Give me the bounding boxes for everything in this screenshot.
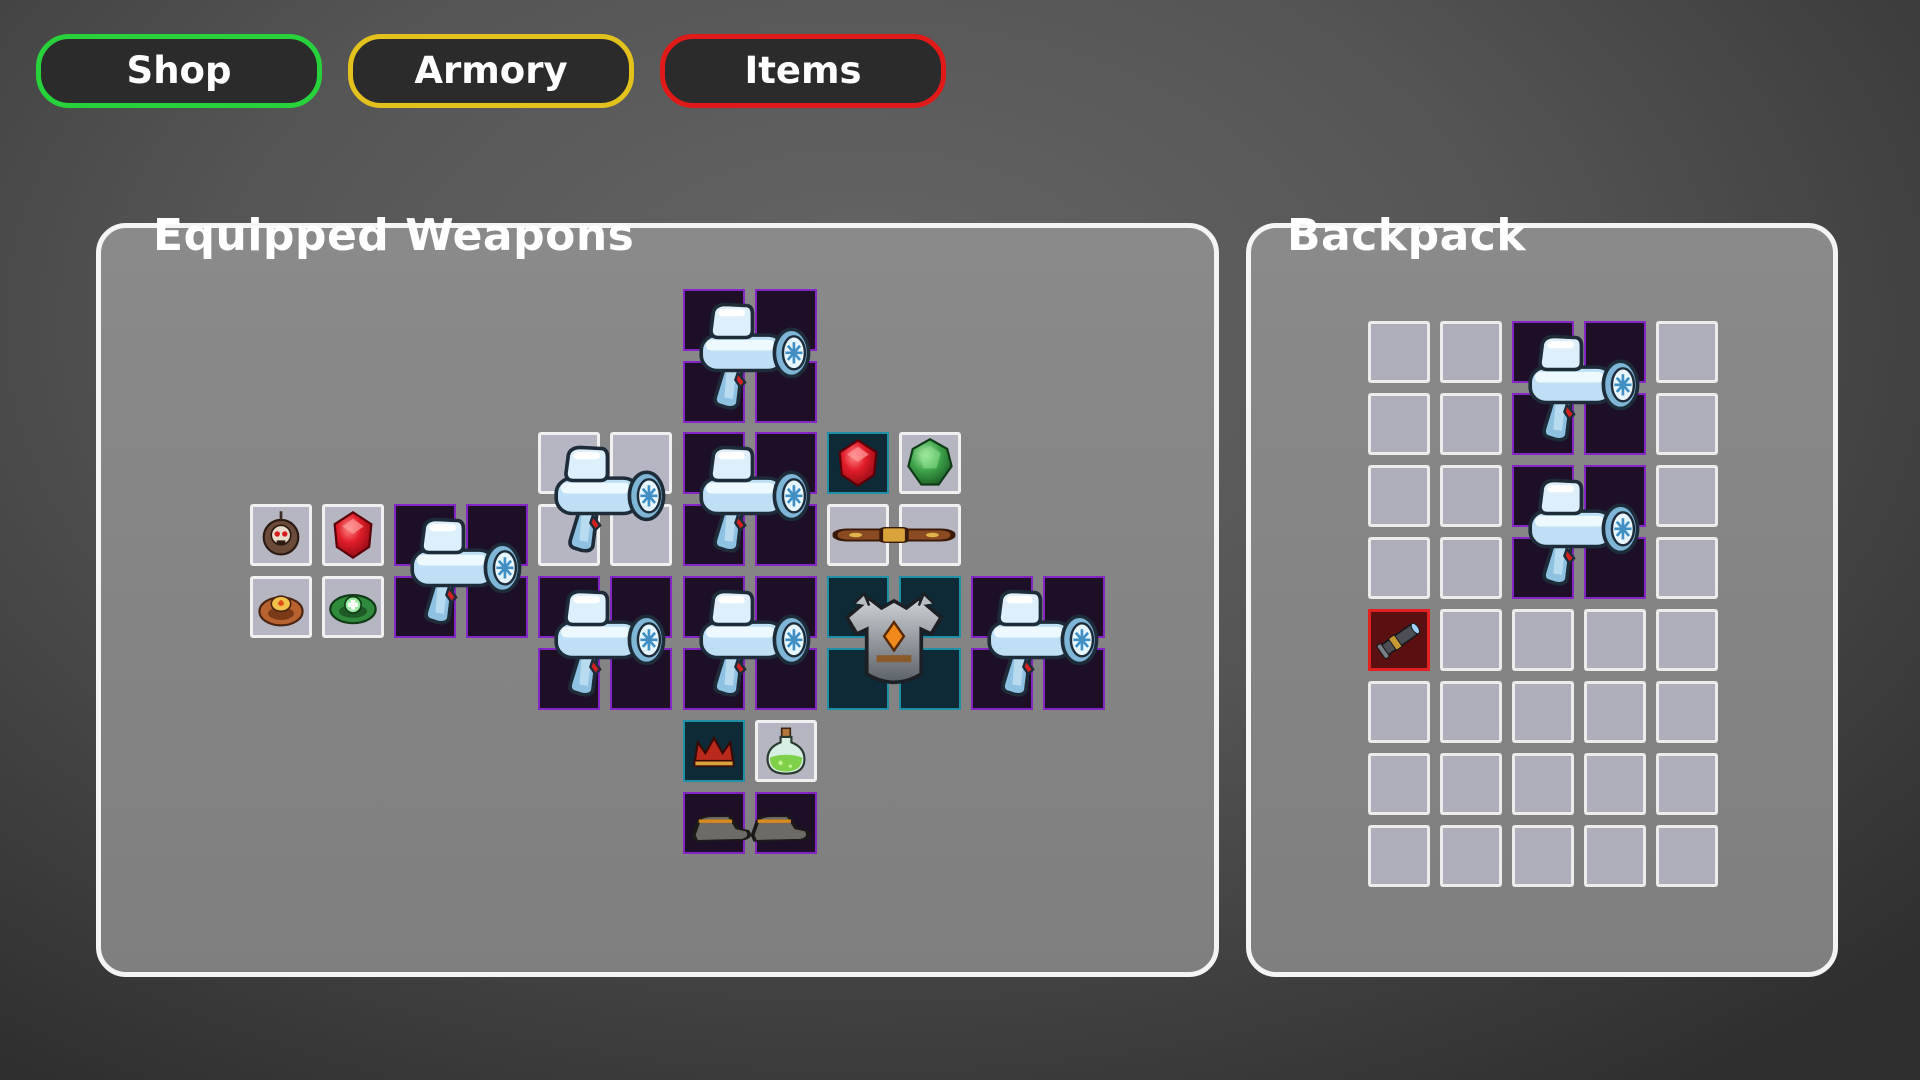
backpack-slot-empty[interactable] [1440, 537, 1502, 599]
backpack-slot-empty[interactable] [1656, 537, 1718, 599]
emerald-gem-slot[interactable] [899, 432, 961, 494]
backpack-slot-empty[interactable] [1368, 393, 1430, 455]
backpack-slot-empty[interactable] [1512, 825, 1574, 887]
backpack-slot-empty[interactable] [1512, 609, 1574, 671]
backpack-slot-empty[interactable] [1368, 537, 1430, 599]
leather-belt-slot-right[interactable] [899, 504, 961, 566]
equipped-weapons-title: Equipped Weapons [153, 210, 635, 261]
backpack-slot-empty[interactable] [1656, 465, 1718, 527]
backpack-slot-empty[interactable] [1584, 681, 1646, 743]
potion-slot[interactable] [755, 720, 817, 782]
ruby-gem-slot[interactable] [827, 432, 889, 494]
plate-armor-cell-bottom-right[interactable] [899, 648, 961, 710]
skull-amulet-slot[interactable] [250, 504, 312, 566]
backpack-slot-empty[interactable] [1368, 681, 1430, 743]
freeze-ray-gun[interactable] [538, 576, 672, 710]
boots-slot-left[interactable] [683, 792, 745, 854]
backpack-slot-empty[interactable] [1512, 753, 1574, 815]
plate-armor-cell-top-left[interactable] [827, 576, 889, 638]
backpack-slot-empty[interactable] [1512, 681, 1574, 743]
backpack-slot-empty[interactable] [1440, 465, 1502, 527]
freeze-ray-gun[interactable] [683, 432, 817, 566]
freeze-ray-gun[interactable] [394, 504, 528, 638]
freeze-ray-gun[interactable] [971, 576, 1105, 710]
backpack-slot-empty[interactable] [1440, 393, 1502, 455]
leather-belt-slot-left[interactable] [827, 504, 889, 566]
backpack-slot-empty[interactable] [1440, 753, 1502, 815]
tab-shop[interactable]: Shop [36, 34, 322, 108]
backpack-slot-empty[interactable] [1368, 753, 1430, 815]
backpack-slot-empty[interactable] [1440, 825, 1502, 887]
boots-slot-right[interactable] [755, 792, 817, 854]
backpack-slot-empty[interactable] [1584, 609, 1646, 671]
heal-ring-slot[interactable] [322, 576, 384, 638]
backpack-slot-empty[interactable] [1656, 609, 1718, 671]
backpack-slot-empty[interactable] [1656, 393, 1718, 455]
freeze-ray-gun[interactable] [1512, 321, 1646, 455]
backpack-slot-empty[interactable] [1656, 321, 1718, 383]
backpack-slot-empty[interactable] [1440, 609, 1502, 671]
tab-armory[interactable]: Armory [348, 34, 634, 108]
backpack-title: Backpack [1287, 210, 1527, 261]
plate-armor-cell-top-right[interactable] [899, 576, 961, 638]
backpack-slot-empty[interactable] [1656, 753, 1718, 815]
backpack-slot-empty[interactable] [1368, 825, 1430, 887]
backpack-slot-empty[interactable] [1656, 681, 1718, 743]
freeze-ray-gun[interactable] [1512, 465, 1646, 599]
freeze-ray-gun[interactable] [538, 432, 672, 566]
freeze-ray-gun[interactable] [683, 576, 817, 710]
tab-items[interactable]: Items [660, 34, 946, 108]
fire-ring-slot[interactable] [250, 576, 312, 638]
crown-slot[interactable] [683, 720, 745, 782]
ruby-gem-slot[interactable] [322, 504, 384, 566]
backpack-slot-empty[interactable] [1656, 825, 1718, 887]
scope-slot[interactable] [1368, 609, 1430, 671]
backpack-slot-empty[interactable] [1584, 753, 1646, 815]
backpack-slot-empty[interactable] [1584, 825, 1646, 887]
backpack-slot-empty[interactable] [1440, 321, 1502, 383]
backpack-slot-empty[interactable] [1368, 465, 1430, 527]
freeze-ray-gun[interactable] [683, 289, 817, 423]
backpack-slot-empty[interactable] [1368, 321, 1430, 383]
backpack-slot-empty[interactable] [1440, 681, 1502, 743]
plate-armor-cell-bottom-left[interactable] [827, 648, 889, 710]
